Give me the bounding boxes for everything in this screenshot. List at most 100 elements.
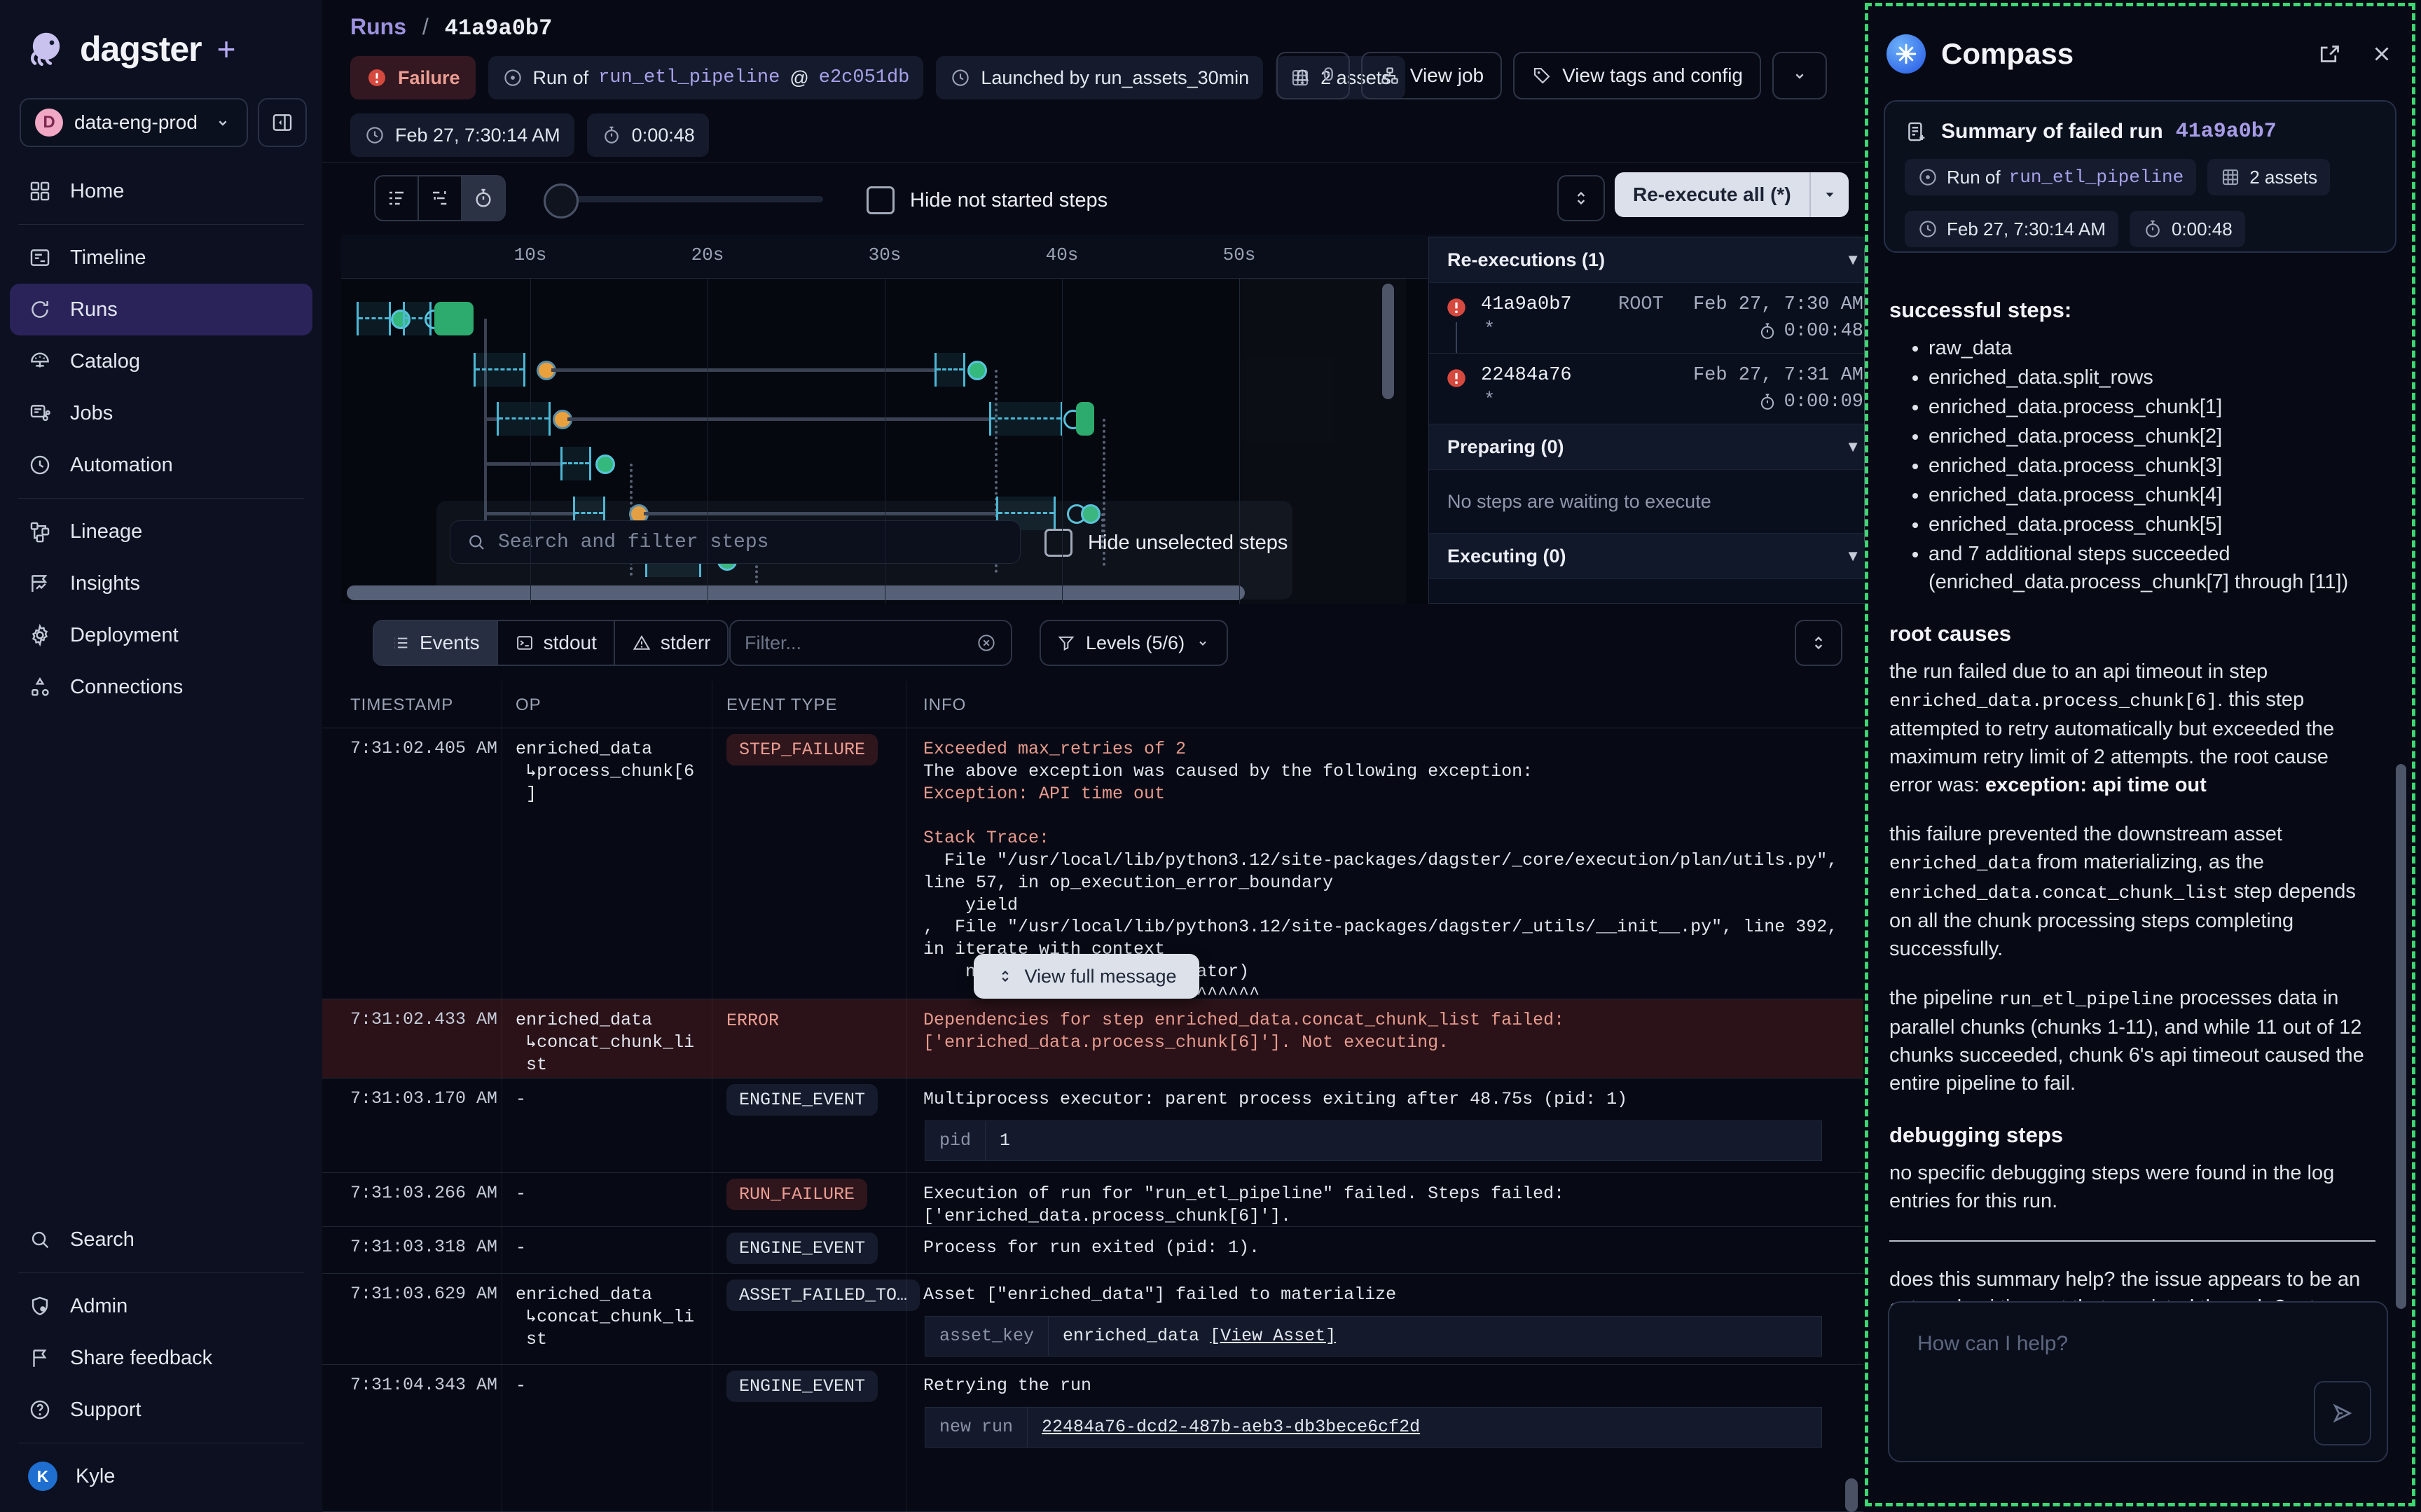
reexecution-run-row[interactable]: 22484a76Feb 27, 7:31 AM*0:00:09	[1429, 353, 1879, 424]
workspace-selector[interactable]: D data-eng-prod	[20, 98, 248, 147]
run-tag-chip[interactable]: Run of run_etl_pipeline @ e2c051db	[488, 56, 924, 99]
close-icon[interactable]	[2370, 42, 2394, 66]
stopwatch-icon	[472, 187, 495, 209]
app-logo[interactable]: dagster +	[24, 27, 236, 71]
section-collapse-icon: ▼	[1845, 438, 1861, 456]
timeline-icon	[28, 246, 52, 270]
metadata-link[interactable]: 22484a76-dcd2-487b-aeb3-db3bece6cf2d	[1042, 1417, 1420, 1437]
sidebar-item-support[interactable]: Support	[10, 1384, 312, 1436]
summary-chip[interactable]: Run of run_etl_pipeline	[1905, 159, 2196, 195]
step-marker-teal[interactable]	[967, 361, 987, 380]
sidebar-collapse-button[interactable]	[258, 98, 307, 147]
panel-sort-button[interactable]	[1557, 175, 1605, 221]
sidebar-item-share-feedback[interactable]: Share feedback	[10, 1332, 312, 1384]
log-row[interactable]: 7:31:03.629 AMenriched_data ↳concat_chun…	[322, 1274, 1863, 1365]
run-duration: 0:00:09	[1758, 391, 1863, 412]
sidebar-item-timeline[interactable]: Timeline	[10, 232, 312, 284]
open-external-icon[interactable]	[2318, 41, 2343, 67]
breadcrumb-runs-link[interactable]: Runs	[350, 14, 406, 39]
tag-icon	[1531, 65, 1552, 86]
view-job-button[interactable]: View job	[1361, 52, 1502, 99]
sidebar-item-home[interactable]: Home	[10, 165, 312, 217]
log-event-type: RUN_FAILURE	[726, 1179, 867, 1210]
sidebar-item-connections[interactable]: Connections	[10, 661, 312, 713]
lineage-icon	[28, 520, 52, 543]
step-search-input[interactable]: Search and filter steps	[450, 520, 1021, 564]
run-meta-chip[interactable]: 0:00:48	[587, 113, 709, 157]
sidebar-item-lineage[interactable]: Lineage	[10, 506, 312, 557]
event-type-badge: STEP_FAILURE	[726, 734, 878, 765]
error-icon	[1444, 366, 1468, 390]
section-collapse-icon: ▼	[1845, 547, 1861, 565]
step-bar-success[interactable]	[434, 302, 474, 335]
compass-chat-input[interactable]: How can I help?	[1888, 1301, 2388, 1462]
tab-label: stdout	[544, 632, 597, 654]
preparing-section-header[interactable]: Preparing (0)▼	[1429, 424, 1879, 469]
log-sort-button[interactable]	[1795, 620, 1842, 666]
levels-filter-button[interactable]: Levels (5/6)	[1040, 620, 1228, 666]
view-tags-config-button[interactable]: View tags and config	[1513, 52, 1761, 99]
alerts-button[interactable]: 0	[1276, 52, 1350, 99]
timed-view-button[interactable]	[462, 176, 504, 220]
reexecute-all-button[interactable]: Re-execute all (*)	[1615, 172, 1849, 217]
summary-chip[interactable]: 2 assets	[2207, 159, 2330, 195]
hide-not-started-checkbox[interactable]	[867, 186, 895, 214]
gantt-horizontal-scrollbar[interactable]	[347, 585, 1245, 600]
target-icon	[1917, 167, 1938, 188]
step-bar[interactable]	[934, 353, 965, 387]
log-row[interactable]: 7:31:03.318 AM-ENGINE_EVENTProcess for r…	[322, 1227, 1863, 1274]
compass-logo-icon	[1887, 34, 1926, 74]
zoom-slider-track[interactable]	[553, 196, 823, 202]
step-bar-success[interactable]	[1076, 402, 1094, 436]
compass-paragraph: the pipeline run_etl_pipeline processes …	[1889, 984, 2375, 1097]
sidebar-item-deployment[interactable]: Deployment	[10, 609, 312, 661]
more-actions-button[interactable]	[1772, 52, 1827, 99]
run-meta-chip[interactable]: Feb 27, 7:30:14 AM	[350, 113, 574, 157]
clear-filter-icon[interactable]	[976, 632, 997, 653]
main-scrollbar[interactable]	[1845, 1478, 1858, 1512]
sidebar-item-runs[interactable]: Runs	[10, 284, 312, 335]
waterfall-view-button[interactable]	[419, 176, 462, 220]
log-row[interactable]: 7:31:03.266 AM-RUN_FAILUREExecution of r…	[322, 1173, 1863, 1227]
step-bar[interactable]	[989, 402, 1063, 436]
workspace-avatar: D	[35, 109, 63, 137]
sidebar-item-automation[interactable]: Automation	[10, 439, 312, 491]
hide-unselected-checkbox[interactable]	[1044, 529, 1072, 557]
reexecute-caret[interactable]	[1809, 172, 1849, 217]
metadata-link[interactable]: [View Asset]	[1210, 1326, 1336, 1346]
summary-chip[interactable]: 0:00:48	[2130, 211, 2245, 247]
reexecution-run-row[interactable]: 41a9a0b7ROOTFeb 27, 7:30 AM*0:00:48	[1429, 282, 1879, 353]
run-tag-chip[interactable]: Launched by run_assets_30min	[936, 56, 1263, 99]
step-bar[interactable]	[560, 447, 591, 480]
step-bar[interactable]	[497, 402, 551, 436]
executing-section-header[interactable]: Executing (0)▼	[1429, 533, 1879, 578]
tab-events[interactable]: Events	[374, 621, 498, 665]
log-filter-input[interactable]: Filter...	[729, 620, 1012, 666]
flat-view-button[interactable]	[375, 176, 419, 220]
sidebar-item-admin[interactable]: Admin	[10, 1280, 312, 1332]
sidebar-item-jobs[interactable]: Jobs	[10, 387, 312, 439]
log-row[interactable]: 7:31:04.343 AM-ENGINE_EVENTRetrying the …	[322, 1365, 1863, 1512]
run-summary-card[interactable]: Summary of failed run 41a9a0b7 Run of ru…	[1884, 100, 2396, 253]
tab-stdout[interactable]: stdout	[498, 621, 615, 665]
view-full-message-button[interactable]: View full message	[974, 954, 1199, 999]
summary-chip[interactable]: Feb 27, 7:30:14 AM	[1905, 211, 2118, 247]
log-row[interactable]: 7:31:02.433 AMenriched_data ↳concat_chun…	[322, 999, 1863, 1078]
step-bar[interactable]	[357, 302, 391, 335]
reexecutions-section-header[interactable]: Re-executions (1)▼	[1429, 237, 1879, 282]
waterfall-view-icon	[429, 187, 451, 209]
sidebar-item-kyle[interactable]: KKyle	[10, 1450, 312, 1502]
stopwatch-icon	[2142, 219, 2163, 240]
sidebar-item-catalog[interactable]: Catalog	[10, 335, 312, 387]
clock-icon	[28, 453, 52, 477]
sidebar-item-insights[interactable]: Insights	[10, 557, 312, 609]
log-event-type: STEP_FAILURE	[726, 734, 878, 765]
step-bar[interactable]	[474, 353, 525, 387]
step-marker-green[interactable]	[595, 455, 615, 474]
send-button[interactable]	[2314, 1381, 2371, 1445]
zoom-slider-knob[interactable]	[544, 183, 579, 219]
compass-scrollbar[interactable]	[2396, 764, 2406, 1309]
log-row[interactable]: 7:31:03.170 AM-ENGINE_EVENTMultiprocess …	[322, 1078, 1863, 1173]
tab-stderr[interactable]: stderr	[615, 621, 728, 665]
sidebar-item-search[interactable]: Search	[10, 1214, 312, 1265]
